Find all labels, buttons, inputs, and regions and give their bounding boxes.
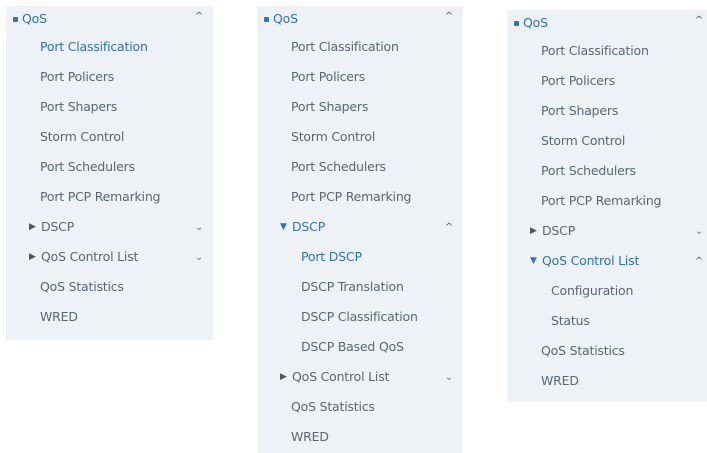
menu-item-qos-statistics[interactable]: QoS Statistics — [257, 392, 463, 422]
caret-right-icon: ▶ — [29, 252, 36, 262]
qos-menu-header[interactable]: QoS ^ — [257, 6, 463, 32]
menu-item-wred[interactable]: WRED — [257, 422, 463, 452]
submenu-item-dscp-based-qos[interactable]: DSCP Based QoS — [257, 332, 463, 362]
bullet-icon — [264, 17, 269, 22]
menu-group-qos-control-list[interactable]: ▶ QoS Control List ⌄ — [6, 242, 213, 272]
menu-group-dscp[interactable]: ▶ DSCP ⌄ — [6, 212, 213, 242]
chevron-up-icon[interactable]: ^ — [445, 4, 453, 30]
menu-group-dscp[interactable]: ▼ DSCP ^ — [257, 212, 463, 242]
chevron-down-icon[interactable]: ⌄ — [445, 363, 453, 393]
menu-item-port-pcp-remarking[interactable]: Port PCP Remarking — [6, 182, 213, 212]
menu-item-storm-control[interactable]: Storm Control — [257, 122, 463, 152]
menu-item-port-classification[interactable]: Port Classification — [257, 32, 463, 62]
menu-item-port-classification[interactable]: Port Classification — [507, 36, 707, 66]
menu-item-port-schedulers[interactable]: Port Schedulers — [257, 152, 463, 182]
menu-item-port-schedulers[interactable]: Port Schedulers — [6, 152, 213, 182]
caret-right-icon: ▶ — [530, 226, 537, 236]
menu-item-wred[interactable]: WRED — [6, 302, 213, 332]
qos-menu-panel-dscp-open: QoS ^ Port Classification Port Policers … — [257, 6, 463, 453]
chevron-up-icon[interactable]: ^ — [695, 8, 703, 34]
menu-item-port-policers[interactable]: Port Policers — [6, 62, 213, 92]
submenu-item-dscp-classification[interactable]: DSCP Classification — [257, 302, 463, 332]
qos-menu-header[interactable]: QoS ^ — [507, 10, 707, 36]
menu-group-dscp[interactable]: ▶ DSCP ⌄ — [507, 216, 707, 246]
caret-right-icon: ▶ — [280, 372, 287, 382]
bullet-icon — [13, 17, 18, 22]
menu-item-qos-statistics[interactable]: QoS Statistics — [6, 272, 213, 302]
caret-down-icon: ▼ — [530, 256, 537, 266]
menu-item-port-classification[interactable]: Port Classification — [6, 32, 213, 62]
menu-item-port-shapers[interactable]: Port Shapers — [6, 92, 213, 122]
caret-right-icon: ▶ — [29, 222, 36, 232]
menu-item-port-pcp-remarking[interactable]: Port PCP Remarking — [257, 182, 463, 212]
caret-down-icon: ▼ — [280, 222, 287, 232]
chevron-down-icon[interactable]: ⌄ — [195, 243, 203, 273]
menu-group-qos-control-list[interactable]: ▼ QoS Control List ^ — [507, 246, 707, 276]
menu-item-port-policers[interactable]: Port Policers — [507, 66, 707, 96]
menu-item-port-shapers[interactable]: Port Shapers — [257, 92, 463, 122]
menu-item-port-pcp-remarking[interactable]: Port PCP Remarking — [507, 186, 707, 216]
menu-item-port-shapers[interactable]: Port Shapers — [507, 96, 707, 126]
submenu-item-dscp-translation[interactable]: DSCP Translation — [257, 272, 463, 302]
menu-item-port-schedulers[interactable]: Port Schedulers — [507, 156, 707, 186]
submenu-item-port-dscp[interactable]: Port DSCP — [257, 242, 463, 272]
submenu-item-status[interactable]: Status — [507, 306, 707, 336]
menu-item-wred[interactable]: WRED — [507, 366, 707, 396]
qos-menu-panel-collapsed: QoS ^ Port Classification Port Policers … — [6, 6, 213, 340]
bullet-icon — [514, 21, 519, 26]
chevron-up-icon[interactable]: ^ — [445, 213, 453, 243]
submenu-item-configuration[interactable]: Configuration — [507, 276, 707, 306]
menu-item-storm-control[interactable]: Storm Control — [6, 122, 213, 152]
menu-item-qos-statistics[interactable]: QoS Statistics — [507, 336, 707, 366]
chevron-up-icon[interactable]: ^ — [695, 247, 703, 277]
chevron-down-icon[interactable]: ⌄ — [695, 217, 703, 247]
menu-item-storm-control[interactable]: Storm Control — [507, 126, 707, 156]
qos-menu-header[interactable]: QoS ^ — [6, 6, 213, 32]
chevron-down-icon[interactable]: ⌄ — [195, 213, 203, 243]
chevron-up-icon[interactable]: ^ — [195, 4, 203, 30]
menu-item-port-policers[interactable]: Port Policers — [257, 62, 463, 92]
menu-group-qos-control-list[interactable]: ▶ QoS Control List ⌄ — [257, 362, 463, 392]
qos-menu-panel-qcl-open: QoS ^ Port Classification Port Policers … — [507, 10, 707, 402]
